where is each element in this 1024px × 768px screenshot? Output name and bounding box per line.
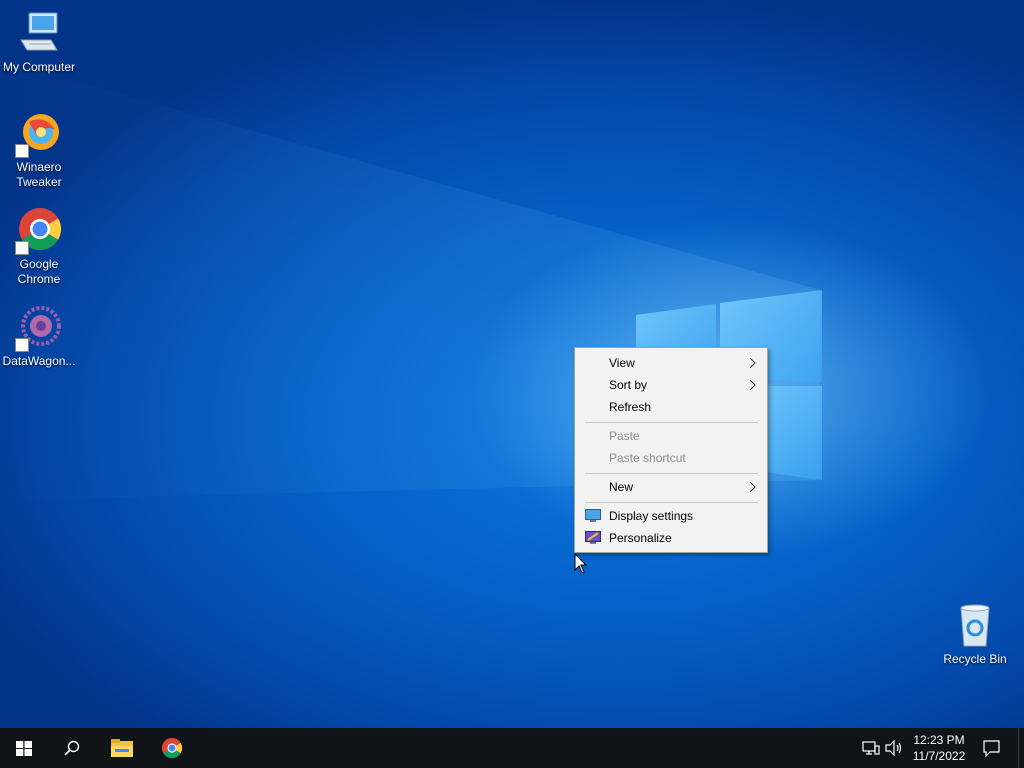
menu-item-label: Personalize [609,531,672,545]
search-button[interactable] [48,728,96,768]
network-icon[interactable] [862,740,880,756]
desktop-icon-recycle-bin[interactable]: Recycle Bin [937,602,1013,667]
clock-date: 11/7/2022 [912,749,966,763]
desktop-icon-my-computer[interactable]: My Computer [1,10,77,75]
desktop-icon-winaero-tweaker[interactable]: Winaero Tweaker [1,110,77,190]
desktop-icon-datawagon[interactable]: DataWagon... [1,304,77,369]
menu-item-label: Display settings [609,509,694,523]
menu-item-new[interactable]: New [575,476,767,498]
taskbar-file-explorer[interactable] [98,728,146,768]
datawagon-icon [15,304,63,352]
display-settings-icon [585,509,601,522]
desktop-context-menu: View Sort by Refresh Paste Paste shortcu… [574,347,768,553]
menu-item-paste[interactable]: Paste [575,425,767,447]
desktop-icon-label: Google Chrome [17,257,61,286]
shortcut-arrow-icon [15,241,29,255]
start-button[interactable] [0,728,48,768]
chevron-right-icon [749,482,756,492]
menu-item-label: New [609,480,634,494]
menu-item-view[interactable]: View [575,352,767,374]
menu-separator [585,502,758,503]
desktop-icon-label: Recycle Bin [943,652,1007,666]
taskbar-clock[interactable]: 12:23 PM 11/7/2022 [904,732,974,764]
menu-item-display-settings[interactable]: Display settings [575,505,767,527]
taskbar-chrome[interactable] [148,728,196,768]
chevron-right-icon [749,380,756,390]
mouse-cursor-icon [574,553,588,574]
menu-separator [585,473,758,474]
file-explorer-icon [111,739,133,757]
search-icon [64,740,80,756]
menu-separator [585,422,758,423]
chrome-icon [161,737,183,759]
menu-item-refresh[interactable]: Refresh [575,396,767,418]
menu-item-sort-by[interactable]: Sort by [575,374,767,396]
recycle-bin-icon [951,602,999,650]
personalize-icon [585,531,601,544]
menu-item-label: Paste shortcut [609,451,686,465]
chevron-right-icon [749,358,756,368]
desktop-icon-label: Winaero Tweaker [16,160,62,189]
chrome-icon [15,207,63,255]
show-desktop-button[interactable] [1018,728,1024,768]
wallpaper [0,60,822,500]
menu-item-personalize[interactable]: Personalize [575,527,767,549]
shortcut-arrow-icon [15,338,29,352]
start-icon [16,741,32,756]
desktop-icon-label: My Computer [2,60,76,74]
shortcut-arrow-icon [15,144,29,158]
menu-item-label: Refresh [609,400,652,414]
menu-item-label: View [609,356,635,370]
menu-item-label: Sort by [609,378,648,392]
action-center-icon[interactable] [983,740,1000,757]
desktop-icon-google-chrome[interactable]: Google Chrome [1,207,77,287]
volume-icon[interactable] [885,740,903,756]
computer-icon [15,10,63,58]
menu-item-label: Paste [609,429,640,443]
desktop-icon-label: DataWagon... [2,354,76,368]
taskbar: 12:23 PM 11/7/2022 [0,728,1024,768]
winaero-tweaker-icon [15,110,63,158]
menu-item-paste-shortcut[interactable]: Paste shortcut [575,447,767,469]
clock-time: 12:23 PM [913,733,965,747]
